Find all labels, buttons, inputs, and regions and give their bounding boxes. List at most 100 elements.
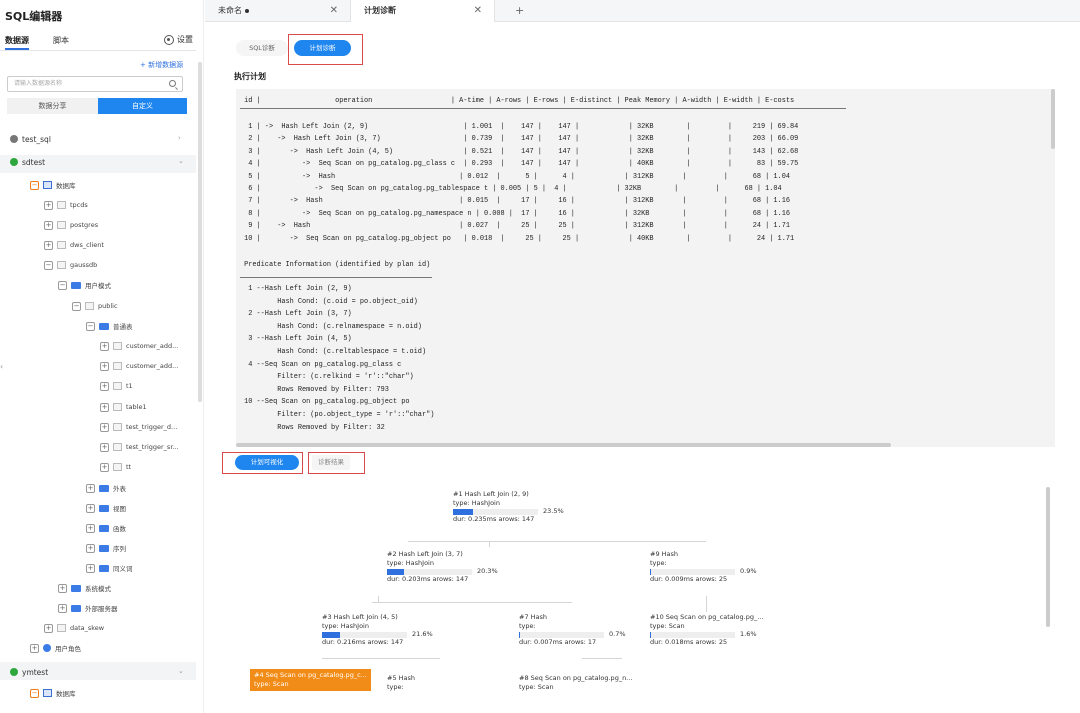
tree-item[interactable]: ymtest: [10, 665, 48, 679]
plan-node[interactable]: #4 Seq Scan on pg_catalog.pg_c... type: S…: [250, 669, 371, 691]
horizontal-scrollbar[interactable]: [236, 443, 891, 447]
chevron-icon[interactable]: ›: [178, 134, 181, 142]
tree-item[interactable]: + 用户角色: [30, 641, 81, 655]
collapse-sidebar-icon[interactable]: ‹: [0, 362, 3, 371]
expand-icon[interactable]: +: [100, 462, 109, 472]
expand-icon[interactable]: +: [100, 402, 109, 412]
plan-node[interactable]: #5 Hash type:: [387, 674, 415, 692]
plan-node[interactable]: #3 Hash Left Join (4, 5) type: HashJoin 21…: [322, 613, 433, 647]
tree-item[interactable]: + table1: [100, 400, 147, 414]
tree-item[interactable]: + customer_add...: [100, 339, 178, 353]
tree-item[interactable]: − public: [72, 299, 118, 313]
tree-item[interactable]: − 普通表: [86, 319, 133, 333]
plan-row: 5 | -> Hash | 0.012 | 5 | 4 | | 312KB | …: [240, 172, 790, 181]
expand-icon[interactable]: +: [100, 381, 109, 391]
tree-item[interactable]: + 外部服务器: [58, 601, 118, 615]
tree-item[interactable]: + 外表: [86, 481, 126, 495]
expand-icon[interactable]: +: [100, 422, 109, 432]
tree-item[interactable]: + 系统模式: [58, 581, 111, 595]
tab-untitled[interactable]: 未命名 ✕: [205, 0, 350, 22]
search-icon[interactable]: [169, 80, 176, 87]
expand-icon[interactable]: +: [58, 583, 67, 593]
collapse-icon[interactable]: −: [72, 301, 81, 311]
tree-item[interactable]: + postgres: [44, 218, 98, 232]
tree-item[interactable]: + tpcds: [44, 198, 88, 212]
tree-item[interactable]: sdtest: [10, 155, 45, 169]
settings-button[interactable]: 设置: [164, 34, 193, 45]
tree-item[interactable]: + 同义词: [86, 561, 133, 575]
plan-node[interactable]: #10 Seq Scan on pg_catalog.pg_... type: S…: [650, 613, 763, 647]
collapse-icon[interactable]: −: [86, 321, 95, 331]
tree-item-label: public: [98, 302, 118, 310]
collapse-icon[interactable]: −: [30, 180, 39, 190]
tree-item[interactable]: − 数据库: [30, 178, 76, 192]
plan-visualization-button[interactable]: 计划可视化: [235, 455, 299, 470]
expand-icon[interactable]: +: [86, 543, 95, 553]
table-icon: [113, 443, 122, 451]
tree-item-label: data_skew: [70, 624, 105, 632]
tree-item[interactable]: + t1: [100, 379, 133, 393]
segment-shared[interactable]: 数据分享: [7, 98, 98, 114]
collapse-icon[interactable]: −: [44, 260, 53, 270]
tree-item-label: t1: [126, 382, 133, 390]
tab-datasource[interactable]: 数据源: [5, 35, 29, 46]
expand-icon[interactable]: +: [100, 361, 109, 371]
node-stats: dur: 0.203ms arows: 147: [387, 575, 469, 583]
tree-item[interactable]: + dws_client: [44, 238, 104, 252]
sidebar-scrollbar[interactable]: [198, 62, 202, 402]
predicate-line: 1 --Hash Left Join (2, 9): [240, 285, 352, 293]
tab-plan-diagnosis[interactable]: 计划诊断 ✕: [350, 0, 495, 22]
collapse-icon[interactable]: −: [30, 688, 39, 698]
expand-icon[interactable]: +: [44, 623, 53, 633]
close-icon[interactable]: ✕: [330, 0, 338, 22]
expand-icon[interactable]: +: [86, 523, 95, 533]
plan-node[interactable]: #2 Hash Left Join (3, 7) type: HashJoin 20…: [387, 550, 498, 584]
tree-item[interactable]: − gaussdb: [44, 258, 97, 272]
expand-icon[interactable]: +: [30, 643, 39, 653]
plan-node[interactable]: #9 Hash type: 0.9% dur: 0.009ms arows: 25: [650, 550, 757, 584]
expand-icon[interactable]: +: [44, 240, 53, 250]
sql-diagnosis-button[interactable]: SQL诊断: [236, 40, 288, 56]
tree-item-label: dws_client: [70, 241, 104, 249]
tree-item[interactable]: test_sql: [10, 132, 51, 146]
collapse-icon[interactable]: −: [58, 280, 67, 290]
expand-icon[interactable]: +: [100, 442, 109, 452]
tree-item[interactable]: + test_trigger_sr...: [100, 440, 179, 454]
tree-item[interactable]: + test_trigger_d...: [100, 420, 177, 434]
plan-node[interactable]: #1 Hash Left Join (2, 9) type: HashJoin 23…: [453, 490, 564, 524]
datasource-search-input[interactable]: 请输入数据源名称: [7, 76, 183, 92]
duration-bar-fill: [650, 569, 651, 575]
add-datasource-link[interactable]: + 新增数据源: [140, 60, 183, 70]
tree-item[interactable]: + 函数: [86, 521, 126, 535]
tree-item-label: 数据库: [56, 690, 76, 698]
plan-diagnosis-button[interactable]: 计划诊断: [294, 40, 351, 56]
plan-node[interactable]: #8 Seq Scan on pg_catalog.pg_n... type: S…: [519, 674, 632, 692]
diagnosis-result-button[interactable]: 诊断结果: [312, 455, 350, 470]
database-icon: [43, 181, 52, 189]
graph-vertical-scrollbar[interactable]: [1046, 487, 1050, 627]
segment-custom[interactable]: 自定义: [98, 98, 187, 114]
expand-icon[interactable]: +: [100, 341, 109, 351]
tree-item[interactable]: + customer_add...: [100, 359, 178, 373]
expand-icon[interactable]: +: [86, 503, 95, 513]
chevron-icon[interactable]: ⌄: [178, 667, 184, 675]
tree-item[interactable]: − 用户模式: [58, 278, 111, 292]
tree-item[interactable]: − 数据库: [30, 686, 76, 700]
tree-item[interactable]: + data_skew: [44, 621, 104, 635]
expand-icon[interactable]: +: [86, 563, 95, 573]
expand-icon[interactable]: +: [58, 603, 67, 613]
add-tab-icon[interactable]: +: [515, 0, 524, 22]
tab-label: 未命名: [218, 6, 242, 15]
vertical-scrollbar[interactable]: [1051, 89, 1055, 149]
tree-item-label: test_trigger_sr...: [126, 443, 179, 451]
tree-item[interactable]: + 序列: [86, 541, 126, 555]
plan-node[interactable]: #7 Hash type: 0.7% dur: 0.007ms arows: 17: [519, 613, 626, 647]
tree-item[interactable]: + 视图: [86, 501, 126, 515]
chevron-icon[interactable]: ⌄: [178, 157, 184, 165]
expand-icon[interactable]: +: [44, 200, 53, 210]
tree-item[interactable]: + tt: [100, 460, 131, 474]
expand-icon[interactable]: +: [86, 483, 95, 493]
tab-script[interactable]: 脚本: [53, 35, 69, 46]
expand-icon[interactable]: +: [44, 220, 53, 230]
close-icon[interactable]: ✕: [474, 0, 482, 22]
